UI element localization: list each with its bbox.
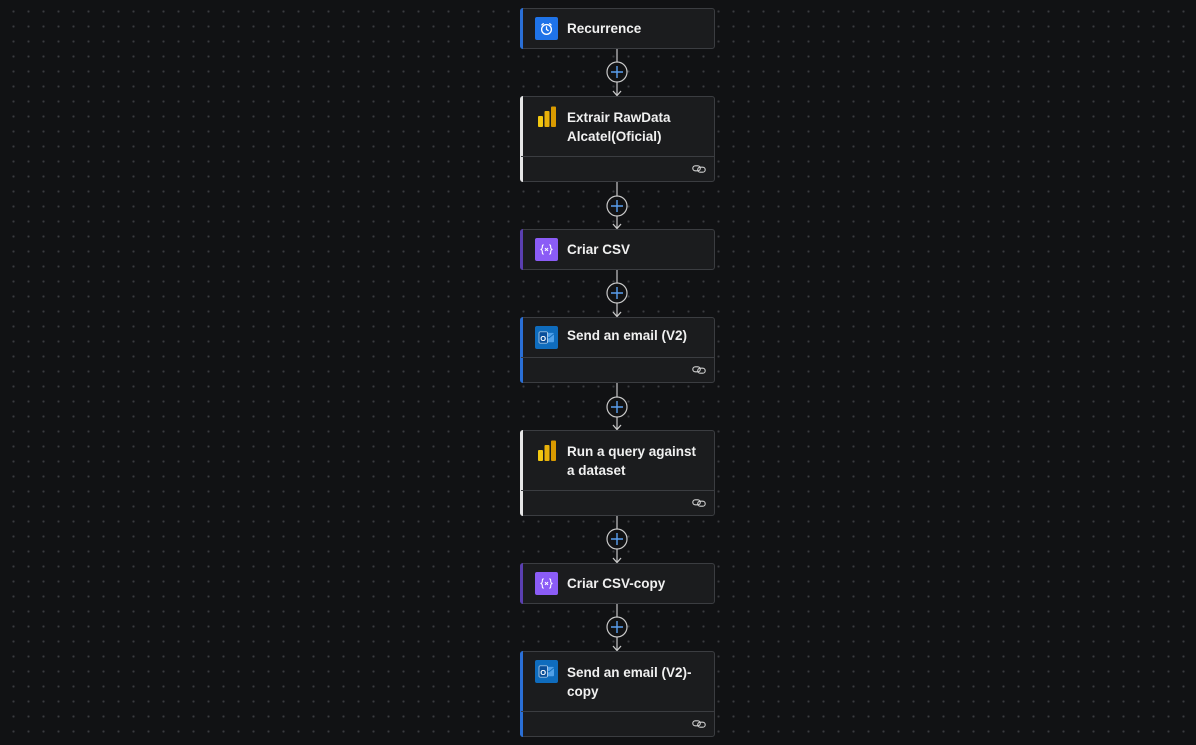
step-title: Recurrence: [567, 21, 642, 36]
add-step-button[interactable]: [606, 282, 628, 304]
add-step-button[interactable]: [606, 528, 628, 550]
step-title: Extrair RawData Alcatel(Oficial): [567, 110, 671, 144]
connection-link-icon[interactable]: [692, 498, 706, 508]
step-header: Criar CSV: [521, 230, 714, 269]
add-step-button[interactable]: [606, 396, 628, 418]
step-header: Recurrence: [521, 9, 714, 48]
step-card-criar-csv-copy[interactable]: Criar CSV-copy: [520, 563, 715, 604]
step-title: Run a query against a dataset: [567, 444, 697, 478]
connection-link-icon[interactable]: [692, 719, 706, 729]
step-card-send-email[interactable]: O Send an email (V2): [520, 317, 715, 383]
step-connector: [605, 49, 629, 97]
step-header: O Send an email (V2): [521, 318, 714, 349]
connection-link-icon[interactable]: [692, 365, 706, 375]
step-title: Criar CSV-copy: [567, 576, 666, 591]
step-title: Send an email (V2): [567, 328, 688, 343]
step-footer: [521, 156, 714, 181]
step-connector: [605, 182, 629, 230]
outlook-icon: O: [535, 660, 558, 683]
step-header: Criar CSV-copy: [521, 564, 714, 603]
step-header: O Send an email (V2)-copy: [521, 652, 714, 701]
step-card-send-email-copy[interactable]: O Send an email (V2)-copy: [520, 651, 715, 737]
step-footer: [521, 711, 714, 736]
add-step-button[interactable]: [606, 195, 628, 217]
step-header: Extrair RawData Alcatel(Oficial): [521, 97, 714, 146]
step-card-run-query[interactable]: Run a query against a dataset: [520, 430, 715, 516]
step-connector: [605, 516, 629, 564]
powerbi-icon: [535, 105, 558, 128]
step-title: Send an email (V2)-copy: [567, 665, 692, 699]
step-card-recurrence[interactable]: Recurrence: [520, 8, 715, 49]
data-operation-icon: [535, 238, 558, 261]
powerbi-icon: [535, 439, 558, 462]
step-footer: [521, 490, 714, 515]
step-card-extrair-rawdata[interactable]: Extrair RawData Alcatel(Oficial): [520, 96, 715, 182]
clock-icon: [535, 17, 558, 40]
step-card-criar-csv[interactable]: Criar CSV: [520, 229, 715, 270]
step-footer: [521, 357, 714, 382]
svg-text:O: O: [540, 668, 546, 677]
step-connector: [605, 270, 629, 318]
step-title: Criar CSV: [567, 242, 631, 257]
data-operation-icon: [535, 572, 558, 595]
step-header: Run a query against a dataset: [521, 431, 714, 480]
step-connector: [605, 604, 629, 652]
add-step-button[interactable]: [606, 61, 628, 83]
add-step-button[interactable]: [606, 616, 628, 638]
outlook-icon: O: [535, 326, 558, 349]
svg-text:O: O: [540, 334, 546, 343]
flow-canvas: Recurrence Extrair RawData Alcatel(Ofici…: [0, 0, 1196, 745]
connection-link-icon[interactable]: [692, 164, 706, 174]
step-connector: [605, 383, 629, 431]
